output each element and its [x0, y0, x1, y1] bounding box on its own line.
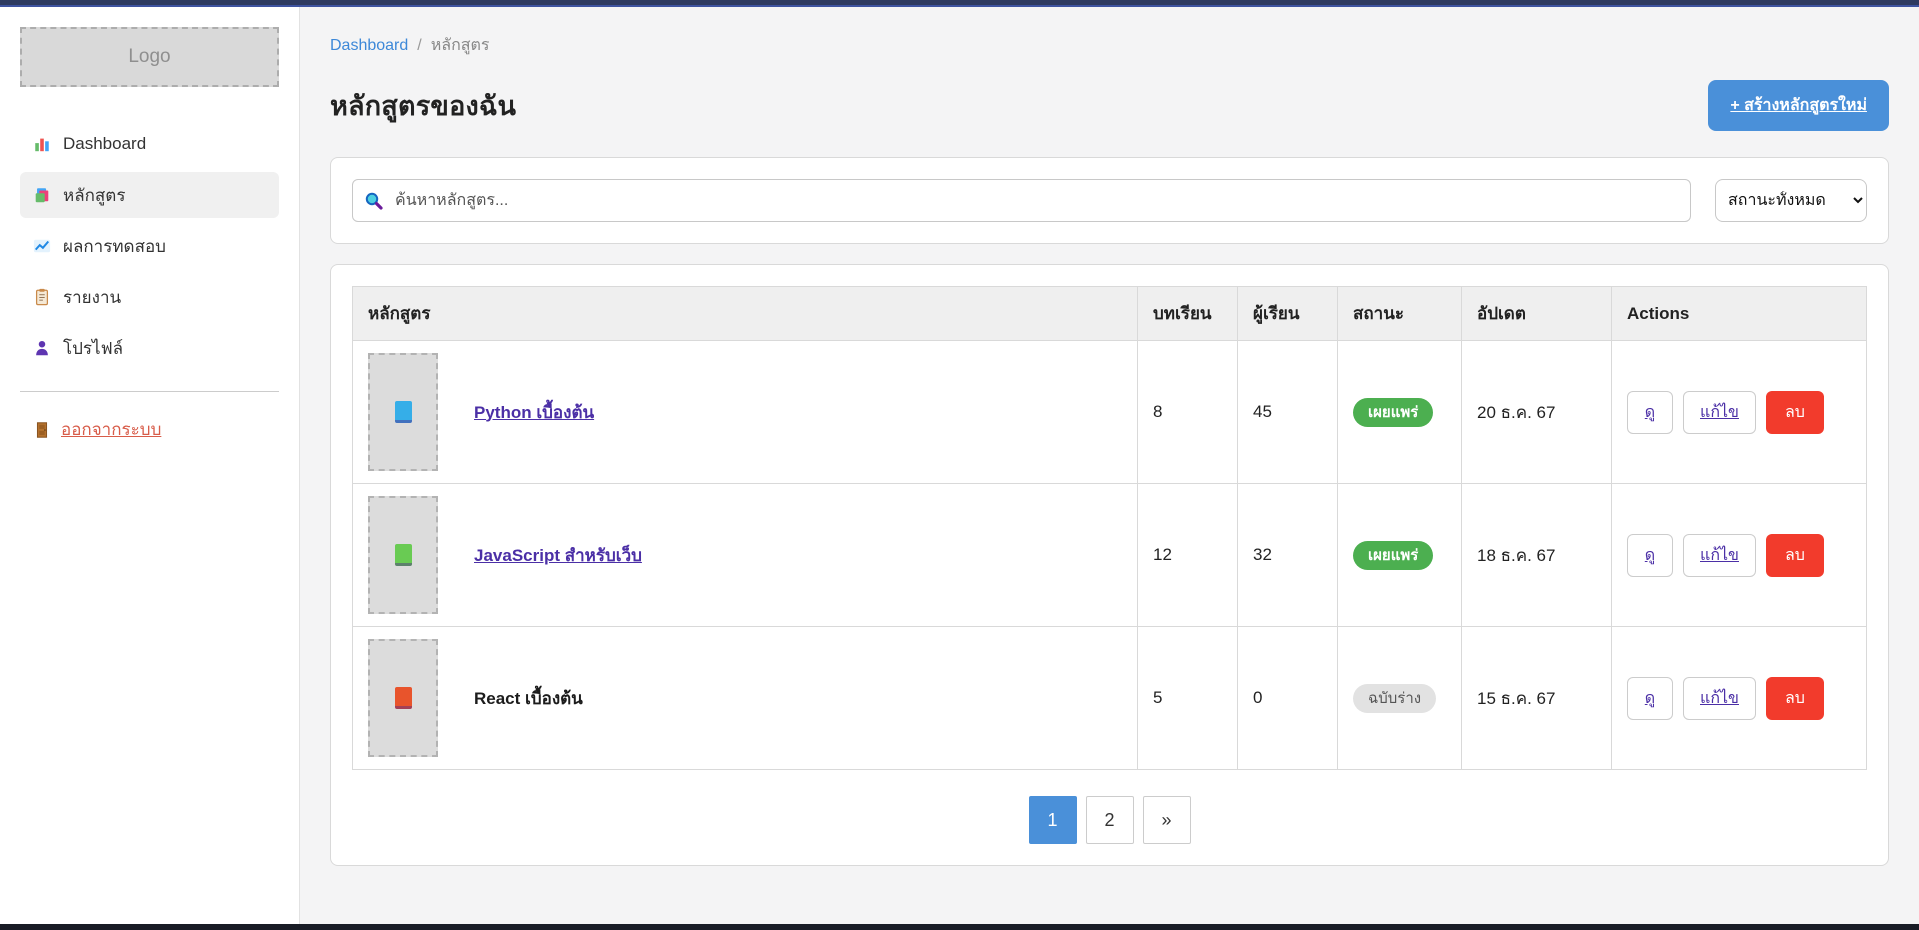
main-content: Dashboard / หลักสูตร หลักสูตรของฉัน + สร… [300, 7, 1919, 924]
pagination-page-1[interactable]: 1 [1029, 796, 1077, 844]
course-thumbnail [368, 353, 438, 471]
sidebar-item-label: โปรไฟล์ [63, 335, 123, 362]
person-icon [33, 339, 51, 357]
column-header-students: ผู้เรียน [1238, 287, 1338, 341]
sidebar-item-label: รายงาน [63, 284, 121, 311]
lessons-cell: 8 [1138, 341, 1238, 484]
lessons-cell: 12 [1138, 484, 1238, 627]
logo-placeholder: Logo [20, 27, 279, 87]
students-cell: 0 [1238, 627, 1338, 770]
delete-button[interactable]: ลบ [1766, 391, 1824, 434]
table-row: JavaScript สำหรับเว็บ 12 32 เผยแพร่ 18 ธ… [353, 484, 1867, 627]
pagination-page-2[interactable]: 2 [1086, 796, 1134, 844]
page-header: หลักสูตรของฉัน + สร้างหลักสูตรใหม่ [330, 80, 1889, 131]
app-shell: Logo Dashboard หลักสูตร ผลการทดสอบ รายงา… [0, 7, 1919, 924]
sidebar-item-courses[interactable]: หลักสูตร [20, 172, 279, 218]
status-filter-select[interactable]: สถานะทั้งหมด [1715, 179, 1867, 222]
status-cell: เผยแพร่ [1338, 484, 1462, 627]
logo-label: Logo [128, 46, 170, 68]
sidebar-nav: Dashboard หลักสูตร ผลการทดสอบ รายงาน โปร… [20, 121, 279, 371]
breadcrumb-current: หลักสูตร [431, 33, 490, 58]
create-course-button[interactable]: + สร้างหลักสูตรใหม่ [1708, 80, 1889, 131]
door-icon [33, 421, 51, 439]
delete-button[interactable]: ลบ [1766, 677, 1824, 720]
edit-button[interactable]: แก้ไข [1683, 534, 1756, 577]
pagination: 12» [352, 796, 1867, 844]
breadcrumb: Dashboard / หลักสูตร [330, 33, 1889, 58]
updated-cell: 20 ธ.ค. 67 [1462, 341, 1612, 484]
course-cell: JavaScript สำหรับเว็บ [353, 484, 1138, 627]
students-cell: 45 [1238, 341, 1338, 484]
table-row: Python เบื้องต้น 8 45 เผยแพร่ 20 ธ.ค. 67… [353, 341, 1867, 484]
sidebar-item-label: หลักสูตร [63, 182, 125, 209]
status-badge: เผยแพร่ [1353, 398, 1433, 427]
book-icon [395, 687, 412, 709]
course-table: หลักสูตรบทเรียนผู้เรียนสถานะอัปเดตAction… [352, 286, 1867, 770]
course-title[interactable]: Python เบื้องต้น [474, 399, 594, 426]
course-thumbnail [368, 639, 438, 757]
view-button[interactable]: ดู [1627, 677, 1673, 720]
breadcrumb-dashboard-link[interactable]: Dashboard [330, 37, 408, 55]
search-icon [364, 191, 384, 211]
column-header-actions: Actions [1612, 287, 1867, 341]
students-cell: 32 [1238, 484, 1338, 627]
line-chart-icon [33, 237, 51, 255]
actions-cell: ดู แก้ไข ลบ [1612, 627, 1867, 770]
column-header-lessons: บทเรียน [1138, 287, 1238, 341]
course-table-body: Python เบื้องต้น 8 45 เผยแพร่ 20 ธ.ค. 67… [353, 341, 1867, 770]
pagination-next-button[interactable]: » [1143, 796, 1191, 844]
window-bottom-bar [0, 924, 1919, 930]
actions-cell: ดู แก้ไข ลบ [1612, 484, 1867, 627]
course-title: React เบื้องต้น [474, 685, 583, 712]
sidebar-divider [20, 391, 279, 392]
view-button[interactable]: ดู [1627, 534, 1673, 577]
filter-card: สถานะทั้งหมด [330, 157, 1889, 244]
sidebar-item-dashboard[interactable]: Dashboard [20, 121, 279, 167]
status-cell: ฉบับร่าง [1338, 627, 1462, 770]
table-row: React เบื้องต้น 5 0 ฉบับร่าง 15 ธ.ค. 67 … [353, 627, 1867, 770]
sidebar-item-label: ผลการทดสอบ [63, 233, 166, 260]
updated-cell: 18 ธ.ค. 67 [1462, 484, 1612, 627]
column-header-course: หลักสูตร [353, 287, 1138, 341]
delete-button[interactable]: ลบ [1766, 534, 1824, 577]
edit-button[interactable]: แก้ไข [1683, 677, 1756, 720]
sidebar-item-label: Dashboard [63, 134, 146, 154]
page-title: หลักสูตรของฉัน [330, 84, 516, 127]
sidebar-item-profile[interactable]: โปรไฟล์ [20, 325, 279, 371]
sidebar: Logo Dashboard หลักสูตร ผลการทดสอบ รายงา… [0, 7, 300, 924]
course-title[interactable]: JavaScript สำหรับเว็บ [474, 542, 642, 569]
sidebar-item-test-results[interactable]: ผลการทดสอบ [20, 223, 279, 269]
books-icon [33, 186, 51, 204]
column-header-updated: อัปเดต [1462, 287, 1612, 341]
logout-label: ออกจากระบบ [61, 416, 161, 443]
status-cell: เผยแพร่ [1338, 341, 1462, 484]
book-icon [395, 401, 412, 423]
column-header-status: สถานะ [1338, 287, 1462, 341]
book-icon [395, 544, 412, 566]
search-input[interactable] [352, 179, 1691, 222]
course-cell: Python เบื้องต้น [353, 341, 1138, 484]
updated-cell: 15 ธ.ค. 67 [1462, 627, 1612, 770]
window-top-bar [0, 0, 1919, 7]
lessons-cell: 5 [1138, 627, 1238, 770]
clipboard-icon [33, 288, 51, 306]
course-table-card: หลักสูตรบทเรียนผู้เรียนสถานะอัปเดตAction… [330, 264, 1889, 866]
table-header-row: หลักสูตรบทเรียนผู้เรียนสถานะอัปเดตAction… [353, 287, 1867, 341]
status-badge: เผยแพร่ [1353, 541, 1433, 570]
breadcrumb-separator: / [417, 37, 421, 55]
course-thumbnail [368, 496, 438, 614]
view-button[interactable]: ดู [1627, 391, 1673, 434]
edit-button[interactable]: แก้ไข [1683, 391, 1756, 434]
search-field-wrap [352, 179, 1691, 222]
actions-cell: ดู แก้ไข ลบ [1612, 341, 1867, 484]
course-cell: React เบื้องต้น [353, 627, 1138, 770]
status-badge: ฉบับร่าง [1353, 684, 1436, 713]
sidebar-item-reports[interactable]: รายงาน [20, 274, 279, 320]
bar-chart-icon [33, 135, 51, 153]
logout-link[interactable]: ออกจากระบบ [20, 416, 174, 443]
